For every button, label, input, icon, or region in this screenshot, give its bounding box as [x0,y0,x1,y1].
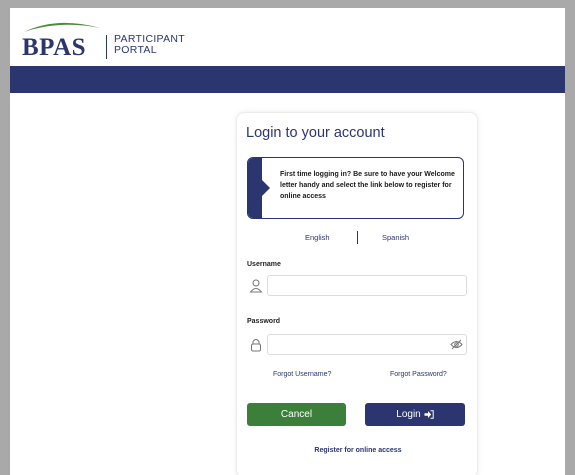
password-label: Password [247,318,281,325]
username-label: Username [247,261,281,268]
login-button-label: Login [396,409,421,420]
cancel-button[interactable]: Cancel [247,403,346,426]
login-title: Login to your account [246,125,385,141]
page-frame: BPAS PARTICIPANT PORTAL Login to your ac… [10,8,565,475]
bpas-logo[interactable]: BPAS PARTICIPANT PORTAL [18,14,218,62]
portal-line-2: PORTAL [114,44,157,56]
logo-divider [106,35,107,59]
portal-name: PARTICIPANT PORTAL [114,34,185,56]
user-icon [249,279,263,293]
login-button[interactable]: Login [365,403,465,426]
site-header: BPAS PARTICIPANT PORTAL [10,8,565,66]
logo-text: BPAS [22,34,87,61]
language-divider [357,231,358,244]
username-field-group [247,275,467,296]
first-time-info-box: First time logging in? Be sure to have y… [247,157,464,219]
password-field-group [247,334,467,355]
info-accent-bar [248,158,262,218]
language-spanish-link[interactable]: Spanish [382,233,409,242]
password-input[interactable] [267,334,467,355]
sign-in-icon [424,410,434,419]
info-arrow-icon [262,180,270,196]
logo-swoosh-icon [24,22,100,32]
info-message: First time logging in? Be sure to have y… [280,171,455,200]
forgot-password-link[interactable]: Forgot Password? [390,371,447,378]
lock-icon [251,339,261,352]
nav-bar [10,66,565,93]
forgot-username-link[interactable]: Forgot Username? [273,371,331,378]
eye-slash-icon[interactable] [450,339,463,350]
language-english-link[interactable]: English [305,233,330,242]
register-online-link[interactable]: Register for online access [237,447,479,454]
username-input[interactable] [267,275,467,296]
login-card: Login to your account First time logging… [236,112,478,475]
language-selector: English Spanish [237,231,479,247]
